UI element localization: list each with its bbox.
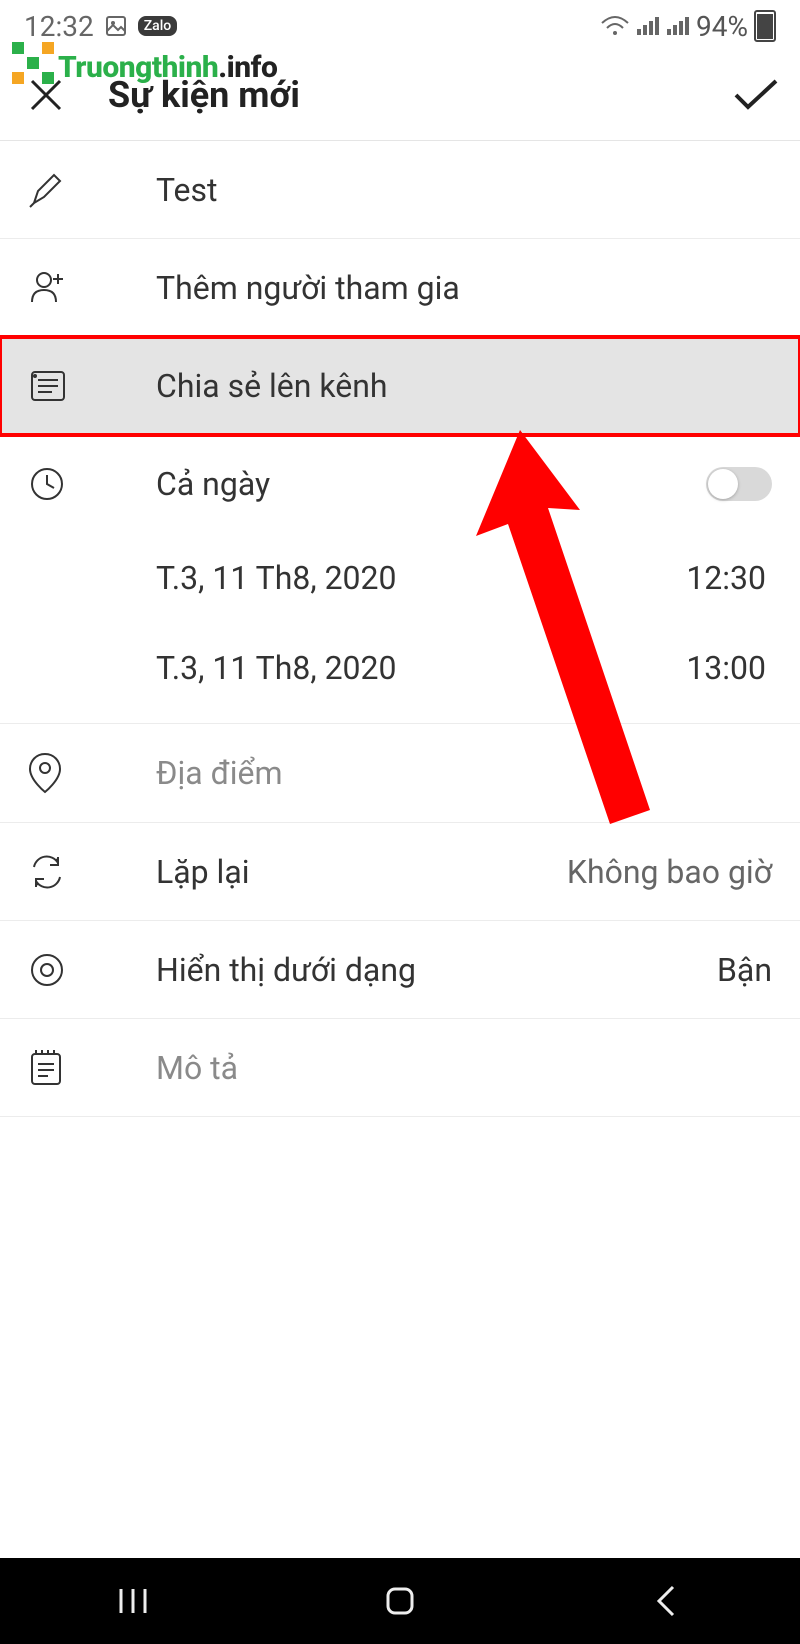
end-datetime-row[interactable]: T.3, 11 Th8, 2020 13:00 bbox=[0, 623, 800, 713]
watermark-text-green: Truongthinh bbox=[58, 50, 218, 85]
status-right: 94% bbox=[600, 10, 776, 43]
watermark-blocks-icon bbox=[12, 42, 54, 84]
all-day-row[interactable]: Cả ngày bbox=[0, 435, 800, 533]
pencil-icon bbox=[28, 171, 66, 209]
status-time: 12:32 bbox=[24, 10, 94, 43]
add-people-row[interactable]: Thêm người tham gia bbox=[0, 239, 800, 337]
location-placeholder: Địa điểm bbox=[156, 754, 772, 792]
show-as-row[interactable]: Hiển thị dưới dạng Bận bbox=[0, 921, 800, 1019]
add-people-label: Thêm người tham gia bbox=[156, 269, 772, 307]
start-time: 12:30 bbox=[686, 559, 772, 597]
location-icon bbox=[28, 752, 62, 794]
all-day-label: Cả ngày bbox=[156, 465, 706, 503]
signal-icon-2 bbox=[666, 15, 690, 37]
end-time: 13:00 bbox=[686, 649, 772, 687]
start-date: T.3, 11 Th8, 2020 bbox=[156, 559, 686, 597]
home-button[interactable] bbox=[380, 1581, 420, 1621]
repeat-icon bbox=[28, 853, 66, 891]
description-row[interactable]: Mô tả bbox=[0, 1019, 800, 1117]
event-title-value: Test bbox=[156, 171, 772, 209]
watermark-logo: Truongthinh.info bbox=[12, 46, 277, 88]
repeat-label: Lặp lại bbox=[156, 853, 567, 891]
add-person-icon bbox=[28, 268, 68, 308]
all-day-toggle[interactable] bbox=[706, 467, 772, 501]
notes-icon bbox=[28, 1048, 64, 1088]
share-channel-row[interactable]: Chia sẻ lên kênh bbox=[0, 337, 800, 435]
wifi-icon bbox=[600, 15, 630, 37]
gallery-icon bbox=[104, 14, 128, 38]
end-date: T.3, 11 Th8, 2020 bbox=[156, 649, 686, 687]
status-left: 12:32 Zalo bbox=[24, 10, 177, 43]
battery-percent: 94% bbox=[696, 10, 748, 43]
channel-icon bbox=[28, 366, 68, 406]
repeat-value: Không bao giờ bbox=[567, 853, 772, 891]
datetime-section: Cả ngày T.3, 11 Th8, 2020 12:30 T.3, 11 … bbox=[0, 435, 800, 724]
confirm-icon[interactable] bbox=[732, 77, 780, 113]
event-title-row[interactable]: Test bbox=[0, 141, 800, 239]
repeat-row[interactable]: Lặp lại Không bao giờ bbox=[0, 823, 800, 921]
clock-icon bbox=[28, 465, 66, 503]
back-button[interactable] bbox=[647, 1581, 687, 1621]
recent-apps-button[interactable] bbox=[113, 1581, 153, 1621]
zalo-icon: Zalo bbox=[138, 16, 178, 36]
watermark-text-black: .info bbox=[218, 50, 277, 85]
android-nav-bar bbox=[0, 1558, 800, 1644]
start-datetime-row[interactable]: T.3, 11 Th8, 2020 12:30 bbox=[0, 533, 800, 623]
show-as-icon bbox=[28, 951, 66, 989]
battery-icon bbox=[754, 10, 776, 42]
signal-icon-1 bbox=[636, 15, 660, 37]
location-row[interactable]: Địa điểm bbox=[0, 724, 800, 823]
show-as-value: Bận bbox=[717, 951, 772, 989]
share-channel-label: Chia sẻ lên kênh bbox=[156, 367, 772, 405]
description-placeholder: Mô tả bbox=[156, 1049, 772, 1087]
show-as-label: Hiển thị dưới dạng bbox=[156, 951, 717, 989]
